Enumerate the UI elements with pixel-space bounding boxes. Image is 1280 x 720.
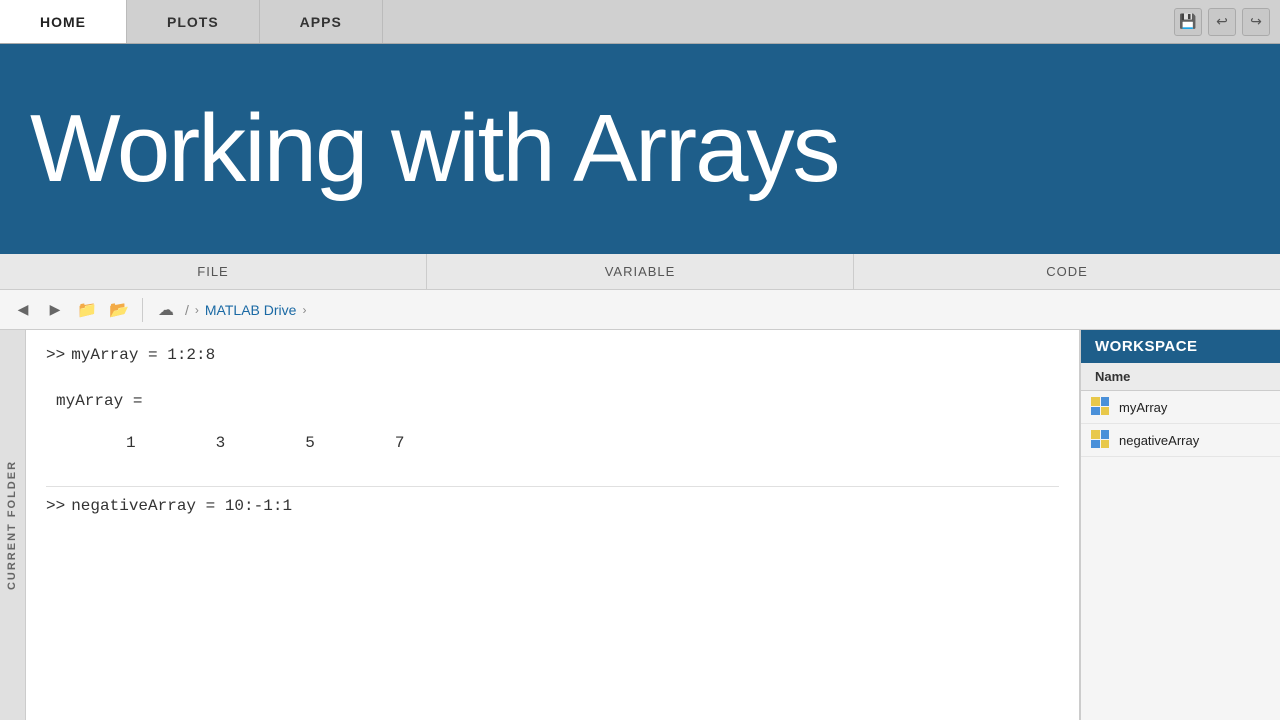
top-tab-bar: HOME PLOTS APPS 💾 ↩ ↪	[0, 0, 1280, 44]
var-name-negativearray: negativeArray	[1119, 433, 1199, 448]
left-sidebar: CURRENT FOLDER	[0, 330, 26, 720]
val-1: 1	[126, 434, 136, 452]
save-icon[interactable]: 💾	[1174, 8, 1202, 36]
var-icon-myarray	[1091, 397, 1111, 417]
browse-button[interactable]: 📂	[106, 297, 132, 323]
undo-icon[interactable]: ↩	[1208, 8, 1236, 36]
cloud-icon[interactable]: ☁	[153, 297, 179, 323]
tab-plots-label: PLOTS	[167, 14, 219, 30]
command-window[interactable]: >> myArray = 1:2:8 myArray = 1 3 5 7 >> …	[26, 330, 1080, 720]
sidebar-label: CURRENT FOLDER	[7, 460, 19, 590]
cmd-line-2: >> negativeArray = 10:-1:1	[46, 497, 1059, 515]
cmd-separator	[46, 486, 1059, 487]
hero-banner: Working with Arrays	[0, 44, 1280, 254]
section-file: FILE	[0, 254, 427, 289]
workspace-col-header: Name	[1081, 363, 1280, 391]
blank-1	[46, 368, 1059, 384]
val-4: 7	[395, 434, 405, 452]
workspace-item-negativearray[interactable]: negativeArray	[1081, 424, 1280, 457]
nav-separator	[142, 298, 143, 322]
tab-apps-label: APPS	[300, 14, 342, 30]
toolbar-icons: 💾 ↩ ↪	[1174, 0, 1280, 43]
cmd-output-label: myArray =	[46, 392, 1059, 410]
nav-bar: ◀ ▶ 📁 📂 ☁ / › MATLAB Drive ›	[0, 290, 1280, 330]
blank-3	[46, 460, 1059, 476]
section-labels-bar: FILE VARIABLE CODE	[0, 254, 1280, 290]
cmd-input-2: negativeArray = 10:-1:1	[71, 497, 292, 515]
up-folder-button[interactable]: 📁	[74, 297, 100, 323]
main-content: CURRENT FOLDER >> myArray = 1:2:8 myArra…	[0, 330, 1280, 720]
cmd-input-1: myArray = 1:2:8	[71, 346, 215, 364]
val-3: 5	[305, 434, 315, 452]
path-matlab-drive[interactable]: MATLAB Drive	[205, 302, 297, 318]
var-name-myarray: myArray	[1119, 400, 1167, 415]
path-slash: /	[185, 302, 189, 318]
nav-path: MATLAB Drive ›	[205, 302, 307, 318]
forward-button[interactable]: ▶	[42, 297, 68, 323]
workspace-header: WORKSPACE	[1081, 330, 1280, 363]
var-icon-negativearray	[1091, 430, 1111, 450]
prompt-2: >>	[46, 497, 65, 515]
section-variable: VARIABLE	[427, 254, 854, 289]
workspace-item-myarray[interactable]: myArray	[1081, 391, 1280, 424]
redo-icon[interactable]: ↪	[1242, 8, 1270, 36]
workspace-panel: WORKSPACE Name myArray	[1080, 330, 1280, 720]
tab-home-label: HOME	[40, 14, 86, 30]
cmd-values: 1 3 5 7	[46, 434, 1059, 452]
tab-plots[interactable]: PLOTS	[127, 0, 260, 43]
section-code: CODE	[854, 254, 1280, 289]
path-chevron-1: ›	[195, 303, 199, 317]
path-chevron-2: ›	[302, 303, 306, 317]
tab-apps[interactable]: APPS	[260, 0, 383, 43]
tab-home[interactable]: HOME	[0, 0, 127, 43]
hero-title: Working with Arrays	[30, 101, 838, 197]
blank-2	[46, 418, 1059, 426]
cmd-line-1: >> myArray = 1:2:8	[46, 346, 1059, 364]
back-button[interactable]: ◀	[10, 297, 36, 323]
prompt-1: >>	[46, 346, 65, 364]
val-2: 3	[216, 434, 226, 452]
